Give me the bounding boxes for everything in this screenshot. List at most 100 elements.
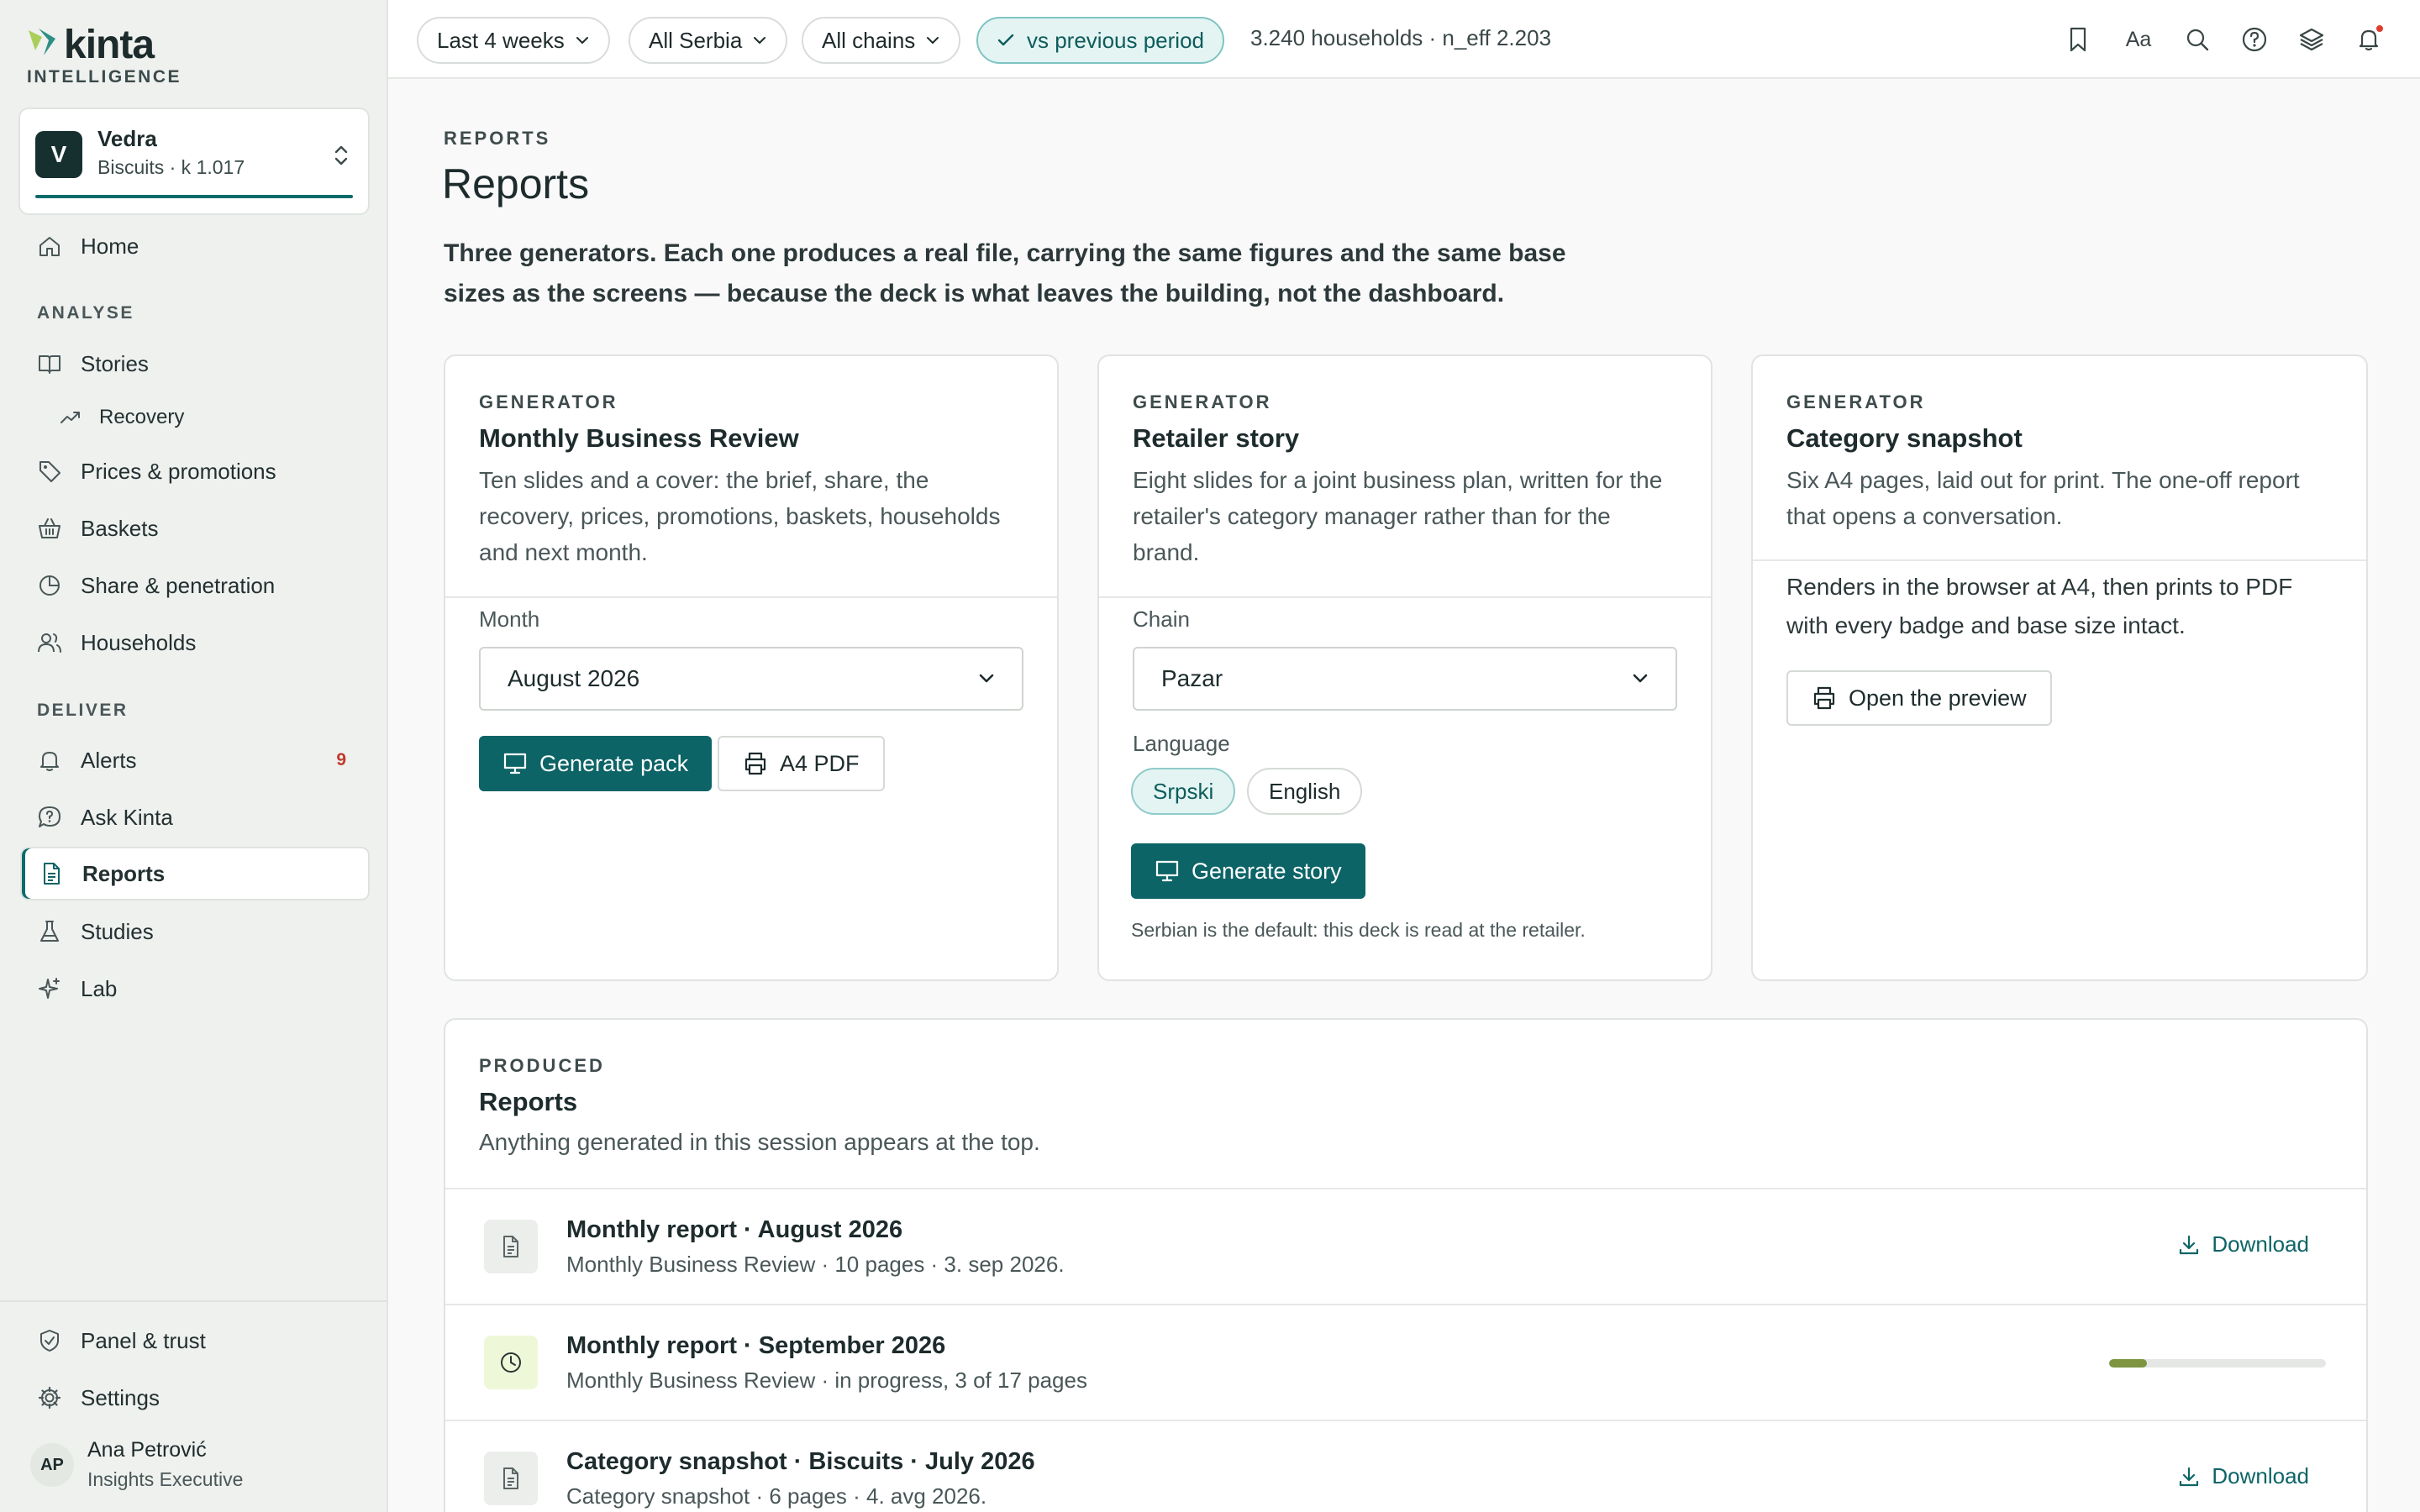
chains-filter[interactable]: All chains bbox=[802, 17, 961, 64]
notification-bell-icon[interactable] bbox=[2353, 24, 2385, 55]
workspace-name: Vedra bbox=[97, 126, 157, 151]
open-preview-button[interactable]: Open the preview bbox=[1786, 670, 2052, 726]
sidebar-item-label: Panel & trust bbox=[81, 1327, 206, 1353]
page-title: Reports bbox=[442, 160, 590, 207]
panel-eyebrow: PRODUCED bbox=[479, 1055, 605, 1076]
card-eyebrow: GENERATOR bbox=[479, 391, 618, 412]
document-icon bbox=[37, 859, 66, 888]
top-bar: Last 4 weeks All Serbia All chains vs pr… bbox=[388, 0, 2420, 79]
sidebar-item-label: Reports bbox=[82, 860, 166, 886]
chat-help-icon bbox=[35, 803, 64, 832]
card-title: Retailer story bbox=[1133, 423, 1300, 453]
sidebar-item-stories[interactable]: Stories bbox=[20, 337, 370, 391]
sidebar-item-baskets[interactable]: Baskets bbox=[20, 501, 370, 555]
sidebar-item-label: Households bbox=[81, 629, 197, 655]
sidebar-item-ask-kinta[interactable]: Ask Kinta bbox=[20, 790, 370, 844]
chevron-down-icon bbox=[576, 37, 588, 44]
workspace-indicator-bar bbox=[35, 195, 353, 198]
sidebar-item-prices-promotions[interactable]: Prices & promotions bbox=[20, 444, 370, 498]
report-title: Monthly report · September 2026 bbox=[566, 1332, 946, 1359]
card-title: Monthly Business Review bbox=[479, 423, 799, 453]
sidebar-item-home[interactable]: Home bbox=[20, 219, 370, 273]
flask-icon bbox=[35, 917, 64, 946]
file-icon bbox=[484, 1220, 538, 1273]
printer-icon bbox=[744, 752, 766, 775]
report-row: Monthly report · August 2026 Monthly Bus… bbox=[445, 1188, 2366, 1304]
card-eyebrow: GENERATOR bbox=[1786, 391, 1926, 412]
language-option-english[interactable]: English bbox=[1247, 768, 1363, 815]
generator-card-mbr: GENERATOR Monthly Business Review Ten sl… bbox=[444, 354, 1059, 981]
download-button[interactable]: Download bbox=[2178, 1463, 2309, 1489]
sidebar-item-label: Recovery bbox=[99, 406, 185, 428]
sidebar-item-panel-trust[interactable]: Panel & trust bbox=[20, 1314, 370, 1368]
language-note: Serbian is the default: this deck is rea… bbox=[1131, 919, 1586, 941]
sidebar-item-alerts[interactable]: Alerts 9 bbox=[20, 733, 370, 787]
user-name: Ana Petrović bbox=[87, 1438, 207, 1462]
panel-title: Reports bbox=[479, 1087, 578, 1116]
user-profile[interactable]: AP Ana Petrović Insights Executive bbox=[30, 1435, 366, 1494]
compare-toggle-label: vs previous period bbox=[1027, 27, 1204, 53]
report-progress-bar bbox=[2109, 1359, 2326, 1368]
region-filter[interactable]: All Serbia bbox=[629, 17, 788, 64]
month-select-value: August 2026 bbox=[508, 665, 640, 691]
brand-name: kinta bbox=[64, 23, 155, 67]
card-divider bbox=[1099, 596, 1711, 598]
card-eyebrow: GENERATOR bbox=[1133, 391, 1272, 412]
chevron-down-icon bbox=[1633, 674, 1648, 683]
sidebar-item-label: Alerts bbox=[81, 747, 137, 773]
alerts-count-badge: 9 bbox=[336, 750, 346, 769]
download-button[interactable]: Download bbox=[2178, 1231, 2309, 1257]
book-open-icon bbox=[35, 349, 64, 378]
download-label: Download bbox=[2212, 1463, 2309, 1488]
chevron-down-icon bbox=[927, 37, 939, 44]
report-progress-fill bbox=[2109, 1359, 2148, 1368]
layers-icon[interactable] bbox=[2296, 24, 2328, 55]
basket-icon bbox=[35, 514, 64, 543]
bookmark-icon[interactable] bbox=[2062, 24, 2094, 55]
report-meta: Category snapshot · 6 pages · 4. avg 202… bbox=[566, 1483, 987, 1509]
tag-icon bbox=[35, 457, 64, 486]
workspace-avatar: V bbox=[35, 131, 82, 178]
file-icon bbox=[484, 1452, 538, 1505]
search-icon[interactable] bbox=[2181, 24, 2213, 55]
help-icon[interactable] bbox=[2238, 24, 2270, 55]
font-size-icon[interactable]: Aa bbox=[2123, 24, 2154, 55]
sidebar-item-share-penetration[interactable]: Share & penetration bbox=[20, 559, 370, 612]
sidebar-item-reports[interactable]: Reports bbox=[20, 847, 370, 900]
generate-story-button[interactable]: Generate story bbox=[1131, 843, 1365, 899]
chain-select[interactable]: Pazar bbox=[1133, 647, 1677, 711]
language-option-srpski[interactable]: Srpski bbox=[1131, 768, 1236, 815]
report-title: Category snapshot · Biscuits · July 2026 bbox=[566, 1448, 1035, 1475]
brand-logo[interactable]: kinta INTELLIGENCE bbox=[27, 22, 195, 89]
sidebar-item-label: Stories bbox=[81, 350, 149, 376]
sidebar-item-label: Studies bbox=[81, 918, 154, 944]
a4-pdf-button[interactable]: A4 PDF bbox=[718, 736, 885, 791]
workspace-switcher[interactable]: V Vedra Biscuits · k 1.017 bbox=[18, 108, 370, 215]
workspace-meta: Biscuits · k 1.017 bbox=[97, 156, 245, 178]
generate-pack-button[interactable]: Generate pack bbox=[479, 736, 713, 791]
compare-toggle[interactable]: vs previous period bbox=[976, 17, 1224, 64]
bell-icon bbox=[35, 746, 64, 774]
page-lede: Three generators. Each one produces a re… bbox=[444, 239, 1566, 307]
printer-icon bbox=[1813, 686, 1835, 710]
breadcrumb: REPORTS bbox=[444, 128, 551, 149]
produced-reports-panel: PRODUCED Reports Anything generated in t… bbox=[444, 1018, 2368, 1512]
sidebar-item-lab[interactable]: Lab bbox=[20, 962, 370, 1016]
sidebar-item-label: Settings bbox=[81, 1384, 160, 1410]
sidebar-item-label: Baskets bbox=[81, 515, 159, 541]
chains-filter-label: All chains bbox=[822, 27, 916, 53]
period-filter[interactable]: Last 4 weeks bbox=[417, 17, 610, 64]
month-select[interactable]: August 2026 bbox=[479, 647, 1023, 711]
gear-icon bbox=[35, 1383, 64, 1412]
sidebar-item-settings[interactable]: Settings bbox=[20, 1371, 370, 1425]
sparkle-icon bbox=[35, 974, 64, 1003]
snapshot-info-text: Renders in the browser at A4, then print… bbox=[1786, 574, 2293, 638]
sidebar-item-households[interactable]: Households bbox=[20, 616, 370, 669]
brand-subtitle: INTELLIGENCE bbox=[27, 67, 182, 87]
sidebar-item-studies[interactable]: Studies bbox=[20, 905, 370, 958]
kinta-logo-mark-icon bbox=[29, 29, 55, 55]
sidebar-item-label: Lab bbox=[81, 975, 118, 1001]
generator-card-snapshot: GENERATOR Category snapshot Six A4 pages… bbox=[1751, 354, 2368, 981]
download-icon bbox=[2180, 1467, 2199, 1486]
sidebar-item-recovery[interactable]: Recovery bbox=[20, 391, 370, 444]
